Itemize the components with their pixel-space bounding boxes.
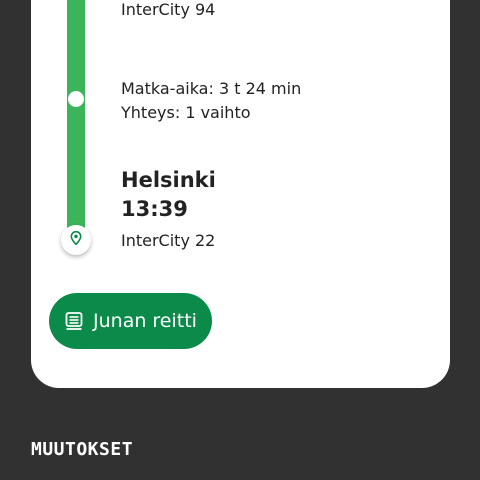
arrival-time: 13:39 <box>121 197 188 221</box>
transfer-stop-dot <box>68 91 84 107</box>
destination-marker <box>61 225 91 255</box>
map-pin-icon <box>68 230 84 250</box>
first-train-label: InterCity 94 <box>121 0 216 19</box>
travel-time-label: Matka-aika: 3 t 24 min <box>121 79 302 98</box>
destination-train-label: InterCity 22 <box>121 231 216 250</box>
changes-section-title: MUUTOKSET <box>31 439 134 460</box>
train-route-button[interactable]: Junan reitti <box>49 293 212 349</box>
destination-station: Helsinki <box>121 168 216 192</box>
train-route-icon <box>64 311 84 331</box>
connection-label: Yhteys: 1 vaihto <box>121 103 251 122</box>
route-line <box>67 0 85 232</box>
train-route-button-label: Junan reitti <box>93 310 197 332</box>
